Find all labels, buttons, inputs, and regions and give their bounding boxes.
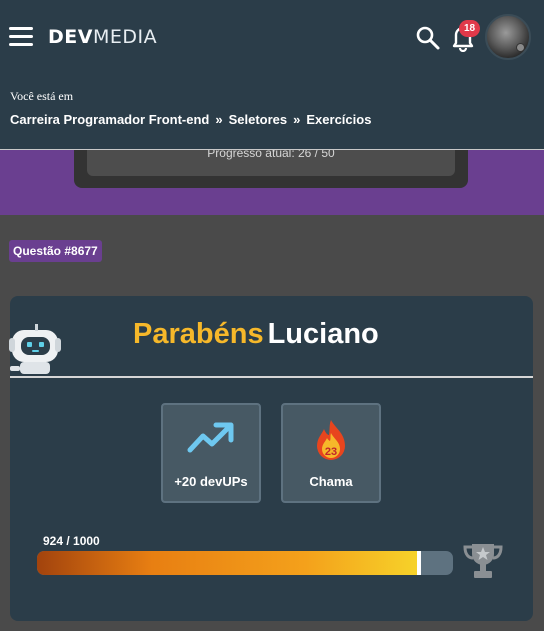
- avatar[interactable]: [485, 14, 531, 60]
- breadcrumb-item-seletores[interactable]: Seletores: [229, 112, 288, 127]
- status-indicator: [516, 43, 525, 52]
- congrats-greeting: Parabéns: [133, 318, 264, 350]
- top-bar: DEV MEDIA 18: [0, 0, 544, 72]
- reward-flame: 23 Chama: [281, 403, 381, 503]
- breadcrumb-item-carreira[interactable]: Carreira Programador Front-end: [10, 112, 209, 127]
- question-tag: Questão #8677: [9, 240, 102, 262]
- congrats-user-name: Luciano: [267, 318, 379, 350]
- points-text: 924 / 1000: [43, 534, 100, 548]
- reward-devups: +20 devUPs: [161, 403, 261, 503]
- trending-up-icon: [163, 419, 259, 459]
- breadcrumb-separator: »: [215, 112, 223, 127]
- reward-devups-label: +20 devUPs: [174, 474, 248, 489]
- search-icon[interactable]: [415, 25, 441, 51]
- breadcrumb: Carreira Programador Front-end » Seletor…: [10, 112, 371, 127]
- robot-icon: [8, 322, 64, 376]
- breadcrumb-separator: »: [293, 112, 301, 127]
- points-progress-fill: [37, 551, 422, 575]
- points-progress-bar: [37, 551, 453, 575]
- notification-count-badge: 18: [459, 20, 480, 37]
- card-divider: [10, 376, 533, 378]
- site-header: DEV MEDIA 18 Você está em Carreira Progra…: [0, 0, 544, 150]
- flame-count: 23: [324, 446, 338, 458]
- menu-icon[interactable]: [9, 27, 33, 46]
- reward-flame-label: Chama: [309, 474, 353, 489]
- breadcrumb-label: Você está em: [10, 89, 74, 103]
- logo-media: MEDIA: [92, 26, 158, 48]
- points-progress-marker: [417, 551, 422, 575]
- devmedia-logo[interactable]: DEV MEDIA: [48, 25, 157, 49]
- logo-dev: DEV: [48, 26, 93, 48]
- breadcrumb-item-exercicios[interactable]: Exercícios: [306, 112, 371, 127]
- trophy-icon: [462, 541, 504, 581]
- congrats-title: Parabéns Luciano: [133, 318, 379, 351]
